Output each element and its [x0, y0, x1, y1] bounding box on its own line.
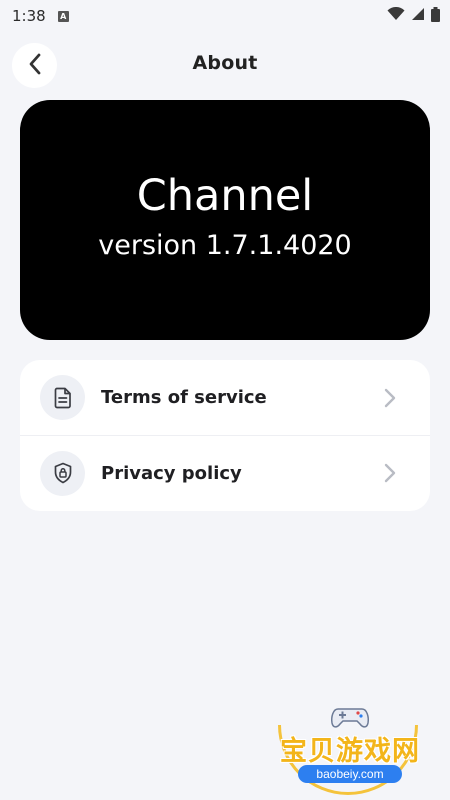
wifi-icon — [387, 6, 405, 25]
app-name: Channel — [136, 170, 314, 221]
status-bar: 1:38 A — [0, 0, 450, 32]
app-info-card: Channel version 1.7.1.4020 — [20, 100, 430, 340]
notification-a-icon: A — [57, 10, 69, 22]
menu-item-label: Privacy policy — [101, 462, 242, 484]
legal-menu: Terms of service Privacy policy — [20, 360, 430, 511]
app-version: version 1.7.1.4020 — [98, 230, 352, 262]
menu-item-terms-of-service[interactable]: Terms of service — [20, 360, 430, 435]
signal-icon — [411, 7, 425, 25]
watermark-logo: 宝贝游戏网 baobeiy.com — [270, 705, 430, 795]
watermark-text: 宝贝游戏网 — [280, 736, 420, 767]
chevron-right-icon — [384, 388, 396, 408]
document-icon — [40, 375, 85, 420]
watermark-domain: baobeiy.com — [298, 765, 402, 783]
shield-lock-icon — [40, 450, 85, 496]
menu-item-privacy-policy[interactable]: Privacy policy — [20, 435, 430, 510]
page-title: About — [192, 52, 258, 74]
battery-icon — [431, 6, 440, 26]
menu-item-label: Terms of service — [101, 387, 267, 408]
status-icons — [387, 6, 440, 26]
status-time: 1:38 — [12, 7, 46, 25]
chevron-right-icon — [384, 463, 396, 483]
